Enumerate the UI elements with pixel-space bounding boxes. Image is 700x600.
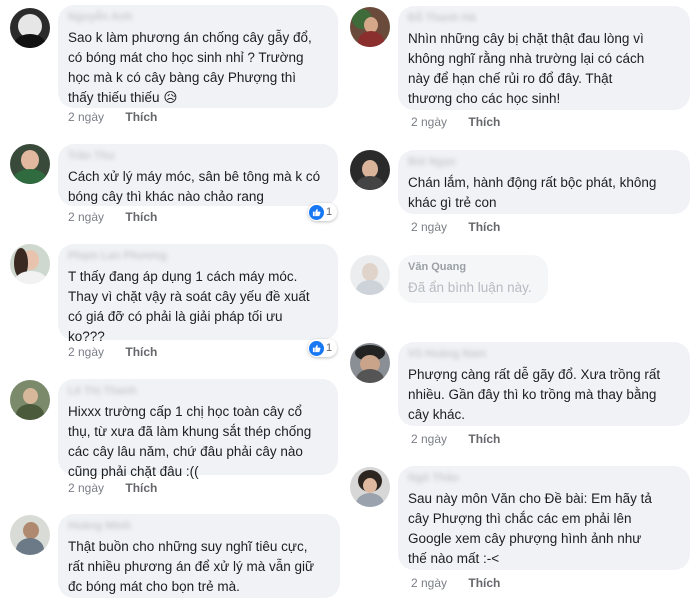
comment-actions: 2 ngày Thích — [411, 431, 500, 447]
commenter-name-blurred[interactable]: Bùi Ngọc — [408, 156, 680, 169]
comment-actions: 2 ngày Thích — [68, 209, 157, 225]
commenter-name-blurred[interactable]: Phạm Lan Phương — [68, 250, 328, 263]
comment-timestamp[interactable]: 2 ngày — [68, 480, 104, 496]
like-thumb-icon — [309, 340, 324, 356]
like-button[interactable]: Thích — [468, 575, 500, 591]
comment-bubble: Lê Thị Thanh Hixxx trường cấp 1 chị học … — [58, 379, 338, 479]
comment-text: Hixxx trường cấp 1 chị học toàn cây cổ t… — [68, 404, 312, 479]
avatar[interactable] — [350, 7, 390, 47]
comment-bubble: Ngô Thảo Sau này môn Văn cho Đề bài: Em … — [398, 466, 690, 570]
comment-item: Hoàng Minh Thật buồn cho những suy nghĩ … — [0, 512, 345, 600]
comment-text: Sau này môn Văn cho Đề bài: Em hãy tả câ… — [408, 491, 652, 566]
comment-timestamp[interactable]: 2 ngày — [68, 209, 104, 225]
comment-timestamp[interactable]: 2 ngày — [411, 114, 447, 130]
comment-bubble: Phạm Lan Phương T thấy đang áp dụng 1 cá… — [58, 244, 338, 344]
avatar[interactable] — [350, 343, 390, 383]
comment-item: Phạm Lan Phương T thấy đang áp dụng 1 cá… — [0, 240, 345, 370]
like-thumb-icon — [309, 204, 324, 220]
comment-text: Cách xử lý máy móc, sân bê tông mà k có … — [68, 169, 321, 204]
like-button[interactable]: Thích — [125, 209, 157, 225]
avatar[interactable] — [350, 255, 390, 295]
hidden-comment-notice: Đã ẩn bình luận này. — [408, 280, 532, 295]
comment-text: Sao k làm phương án chống cây gẫy đổ, có… — [68, 30, 312, 105]
comment-bubble: Vũ Hoàng Nam Phượng càng rất dễ gãy đổ. … — [398, 342, 690, 426]
comment-actions: 2 ngày Thích — [68, 109, 157, 125]
like-button[interactable]: Thích — [468, 114, 500, 130]
reaction-count: 1 — [326, 342, 333, 354]
comment-item: Vũ Hoàng Nam Phượng càng rất dễ gãy đổ. … — [345, 338, 700, 456]
like-button[interactable]: Thích — [468, 431, 500, 447]
hidden-comment-item: Văn Quang Đã ẩn bình luận này. — [345, 252, 700, 312]
comment-timestamp[interactable]: 2 ngày — [411, 219, 447, 235]
comment-bubble: Trần Thu Cách xử lý máy móc, sân bê tông… — [58, 144, 338, 206]
comment-item: Ngô Thảo Sau này môn Văn cho Đề bài: Em … — [345, 462, 700, 600]
comment-actions: 2 ngày Thích — [68, 480, 157, 496]
comment-item: Bùi Ngọc Chán lắm, hành động rất bộc phá… — [345, 146, 700, 241]
commenter-name-blurred[interactable]: Hoàng Minh — [68, 520, 330, 533]
reaction-count-badge[interactable]: 1 — [308, 203, 338, 221]
comment-actions: 2 ngày Thích — [68, 344, 157, 360]
comment-text: Chán lắm, hành động rất bộc phát, không … — [408, 175, 657, 210]
avatar[interactable] — [10, 380, 50, 420]
reaction-count: 1 — [326, 206, 333, 218]
comment-text: Nhìn những cây bị chặt thật đau lòng vì … — [408, 31, 645, 106]
like-button[interactable]: Thích — [468, 219, 500, 235]
avatar[interactable] — [10, 144, 50, 184]
comment-bubble: Bùi Ngọc Chán lắm, hành động rất bộc phá… — [398, 150, 690, 214]
like-button[interactable]: Thích — [125, 480, 157, 496]
comment-actions: 2 ngày Thích — [411, 219, 500, 235]
comment-item: Nguyễn Anh Sao k làm phương án chống cây… — [0, 0, 345, 130]
commenter-name-blurred[interactable]: Đỗ Thanh Hà — [408, 12, 680, 25]
commenter-name-blurred[interactable]: Vũ Hoàng Nam — [408, 348, 680, 361]
comment-bubble: Đỗ Thanh Hà Nhìn những cây bị chặt thật … — [398, 6, 690, 110]
comment-text: Phượng càng rất dễ gãy đổ. Xưa trồng rất… — [408, 367, 661, 422]
comment-actions: 2 ngày Thích — [411, 575, 500, 591]
commenter-name-blurred[interactable]: Ngô Thảo — [408, 472, 680, 485]
avatar[interactable] — [350, 467, 390, 507]
avatar[interactable] — [10, 515, 50, 555]
comment-timestamp[interactable]: 2 ngày — [411, 431, 447, 447]
avatar[interactable] — [10, 244, 50, 284]
comment-item: Trần Thu Cách xử lý máy móc, sân bê tông… — [0, 140, 345, 235]
comment-bubble: Văn Quang Đã ẩn bình luận này. — [398, 255, 548, 303]
comment-item: Lê Thị Thanh Hixxx trường cấp 1 chị học … — [0, 375, 345, 505]
comment-timestamp[interactable]: 2 ngày — [411, 575, 447, 591]
commenter-name-blurred[interactable]: Trần Thu — [68, 150, 328, 163]
commenter-name-blurred[interactable]: Lê Thị Thanh — [68, 385, 328, 398]
comment-bubble: Nguyễn Anh Sao k làm phương án chống cây… — [58, 5, 338, 108]
comment-item: Đỗ Thanh Hà Nhìn những cây bị chặt thật … — [345, 0, 700, 140]
comment-text: T thấy đang áp dụng 1 cách máy móc. Thay… — [68, 269, 310, 344]
comment-bubble: Hoàng Minh Thật buồn cho những suy nghĩ … — [58, 514, 340, 598]
avatar[interactable] — [350, 150, 390, 190]
comment-timestamp[interactable]: 2 ngày — [68, 109, 104, 125]
reaction-count-badge[interactable]: 1 — [308, 339, 338, 357]
commenter-name[interactable]: Văn Quang — [408, 261, 538, 274]
like-button[interactable]: Thích — [125, 344, 157, 360]
avatar[interactable] — [10, 8, 50, 48]
comment-actions: 2 ngày Thích — [411, 114, 500, 130]
comment-timestamp[interactable]: 2 ngày — [68, 344, 104, 360]
commenter-name-blurred[interactable]: Nguyễn Anh — [68, 11, 328, 24]
like-button[interactable]: Thích — [125, 109, 157, 125]
comment-text: Thật buồn cho những suy nghĩ tiêu cực, r… — [68, 539, 315, 594]
